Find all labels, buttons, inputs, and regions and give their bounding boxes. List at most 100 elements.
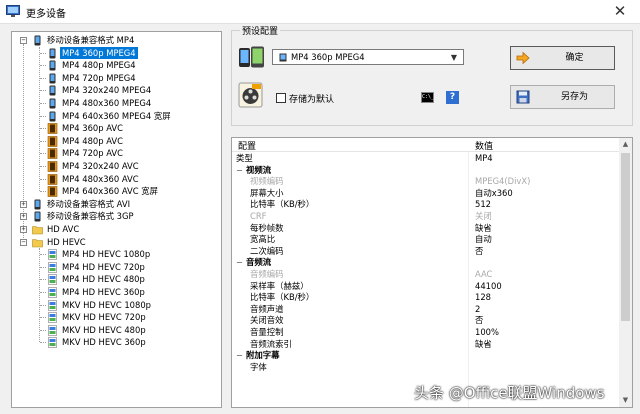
app-icon	[6, 5, 20, 17]
tree-item-label: MP4 720p AVC	[62, 148, 123, 159]
command-prompt-icon[interactable]: C:\_	[421, 92, 434, 103]
tree-item-label: MKV HD HEVC 360p	[62, 337, 146, 348]
tree-item[interactable]: MP4 640x360 AVC 宽屏	[12, 185, 221, 198]
tree-connector	[40, 90, 46, 92]
scroll-thumb[interactable]	[621, 153, 630, 321]
tree-group-item[interactable]: − HD HEVC	[12, 236, 221, 249]
tree-group-item[interactable]: − 移动设备兼容格式 MP4	[12, 34, 221, 47]
property-row[interactable]: 音量控制 100%	[232, 327, 619, 339]
property-value: 关闭	[475, 211, 492, 221]
save-as-button[interactable]: 另存为	[510, 85, 615, 109]
tree-item-label: MP4 HD HEVC 360p	[62, 287, 145, 297]
property-row[interactable]: 比特率（KB/秒） 128	[232, 292, 619, 304]
tree-item[interactable]: MP4 360p AVC	[12, 122, 221, 135]
tree-item[interactable]: MP4 HD HEVC 1080p	[12, 248, 221, 261]
collapse-icon[interactable]: −	[20, 238, 27, 246]
tree-item[interactable]: MP4 480p AVC	[12, 135, 221, 148]
tree-group-item[interactable]: + 移动设备兼容格式 3GP	[12, 210, 221, 223]
hevc-file-icon	[48, 324, 57, 336]
film-reel-icon	[238, 82, 263, 108]
property-name: 类型	[236, 153, 253, 163]
property-name: 视频编码	[250, 176, 284, 187]
tree-item[interactable]: MP4 480x360 MPEG4	[12, 97, 221, 110]
property-category[interactable]: 附加字幕	[232, 350, 619, 362]
property-row[interactable]: 每秒帧数 缺省	[232, 223, 619, 235]
property-row[interactable]: 比特率（KB/秒） 512	[232, 199, 619, 211]
tree-connector	[40, 128, 46, 130]
property-row[interactable]: 屏幕大小 自动x360	[232, 188, 619, 200]
tree-connector	[40, 153, 46, 155]
property-row[interactable]: 视频编码 MPEG4(DivX)	[232, 176, 619, 188]
property-name: CRF	[250, 211, 267, 221]
property-category[interactable]: 音频流	[232, 257, 619, 269]
save-default-checkbox[interactable]	[276, 93, 286, 103]
tree-item[interactable]: MP4 480p MPEG4	[12, 59, 221, 72]
ok-button[interactable]: 确定	[510, 46, 615, 70]
tree-item-label: HD HEVC	[47, 236, 86, 247]
scroll-down-icon[interactable]: ▼	[619, 394, 632, 407]
property-name: 每秒帧数	[250, 222, 284, 233]
tree-item[interactable]: MP4 640x360 MPEG4 宽屏	[12, 110, 221, 123]
property-row[interactable]: 类型 MP4	[232, 153, 619, 165]
property-name: 音量控制	[250, 327, 284, 337]
save-as-button-label: 另存为	[560, 92, 588, 102]
property-row[interactable]: CRF 关闭	[232, 211, 619, 223]
tree-connector	[40, 103, 46, 104]
tree-item-label: 移动设备兼容格式 3GP	[47, 211, 134, 222]
property-name: 音频编码	[250, 269, 284, 279]
film-strip-icon	[47, 148, 58, 160]
tree-item[interactable]: MP4 HD HEVC 360p	[12, 286, 221, 299]
tree-item[interactable]: MP4 HD HEVC 720p	[12, 261, 221, 274]
help-icon[interactable]: ?	[446, 91, 459, 104]
property-name: 比特率（KB/秒）	[250, 292, 315, 303]
phone-icon	[49, 48, 56, 59]
property-row[interactable]: 二次编码 否	[232, 246, 619, 258]
property-category[interactable]: 视频流	[232, 165, 619, 177]
tree-item[interactable]: MKV HD HEVC 1080p	[12, 299, 221, 312]
close-button[interactable]: ✕	[600, 0, 640, 24]
tree-item[interactable]: MP4 320x240 MPEG4	[12, 84, 221, 97]
tree-item-label: MP4 480x360 MPEG4	[62, 98, 152, 108]
tree-item[interactable]: MP4 HD HEVC 480p	[12, 273, 221, 286]
tree-item[interactable]: MP4 320x240 AVC	[12, 160, 221, 173]
tree-item[interactable]: MP4 720p AVC	[12, 147, 221, 160]
tree-item[interactable]: MKV HD HEVC 720p	[12, 311, 221, 324]
phone-icon	[279, 53, 287, 62]
property-row[interactable]: 音频声道 2	[232, 304, 619, 316]
expand-icon[interactable]: +	[20, 226, 27, 233]
property-name: 音频声道	[250, 303, 284, 314]
tree-item[interactable]: MKV HD HEVC 360p	[12, 336, 221, 349]
property-row[interactable]: 采样率（赫兹） 44100	[232, 281, 619, 293]
tree-group-item[interactable]: + HD AVC	[12, 223, 221, 236]
watermark-text: 头条 @Office联盟Windows	[414, 384, 605, 402]
tree-item-label: 移动设备兼容格式 AVI	[47, 198, 131, 209]
tree-item-label: MP4 720p MPEG4	[62, 72, 136, 83]
expand-icon[interactable]: +	[20, 213, 27, 221]
property-row[interactable]: 宽高比 自动	[232, 234, 619, 246]
collapse-icon[interactable]: −	[20, 37, 27, 44]
tree-item-label: MP4 320x240 MPEG4	[62, 85, 152, 96]
properties-scrollbar[interactable]: ▲ ▼	[619, 138, 632, 407]
tree-item-label: 移动设备兼容格式 MP4	[47, 35, 135, 45]
tree-group-item[interactable]: + 移动设备兼容格式 AVI	[12, 198, 221, 211]
tree-item[interactable]: MP4 360p MPEG4	[12, 46, 221, 60]
tree-item-label: MP4 HD HEVC 480p	[62, 274, 145, 285]
property-row[interactable]: 音频流索引 缺省	[232, 339, 619, 351]
property-row[interactable]: 关闭音效 否	[232, 315, 619, 327]
devices-icon	[239, 46, 264, 68]
tree-item-label: MP4 320x240 AVC	[62, 161, 139, 171]
tree-connector	[40, 140, 46, 142]
properties-grid[interactable]: 配置 数值 类型MP4视频流视频编码MPEG4(DivX)屏幕大小自动x360比…	[231, 137, 633, 408]
tree-item[interactable]: MP4 480x360 AVC	[12, 173, 221, 186]
property-row[interactable]: 音频编码 AAC	[232, 269, 619, 281]
phone-icon	[34, 211, 41, 222]
device-tree[interactable]: − 移动设备兼容格式 MP4 MP4 360p MPEG4 MP4 480p MPEG…	[11, 31, 222, 408]
property-row[interactable]: 字体	[232, 362, 619, 374]
preset-dropdown[interactable]: MP4 360p MPEG4 ▼	[272, 49, 464, 65]
scroll-up-icon[interactable]: ▲	[619, 138, 632, 151]
category-label: 音频流	[236, 257, 271, 269]
expand-icon[interactable]: +	[20, 200, 27, 208]
tree-item[interactable]: MKV HD HEVC 480p	[12, 324, 221, 337]
property-name: 屏幕大小	[250, 187, 284, 198]
tree-item[interactable]: MP4 720p MPEG4	[12, 72, 221, 85]
